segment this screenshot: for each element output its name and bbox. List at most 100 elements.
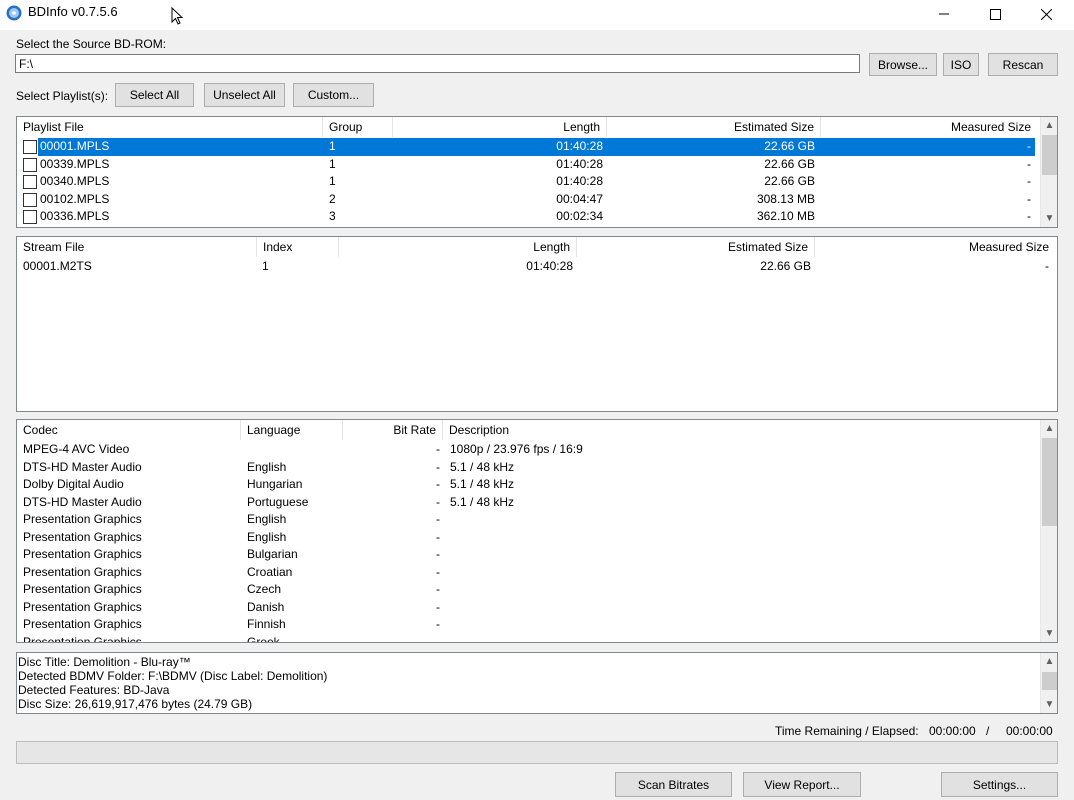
browse-button[interactable]: Browse... [869,53,937,76]
codec-row[interactable]: Presentation Graphics English - [17,511,1037,529]
disc-info-scrollbar[interactable]: ▲ ▼ [1040,653,1057,713]
codec-bit-rate: - [436,512,440,526]
playlist-row[interactable]: 00102.MPLS 2 00:04:47 308.13 MB - [17,191,1037,209]
codec-language: English [247,459,287,474]
codec-name: Presentation Graphics [23,599,142,614]
playlist-row[interactable]: 00340.MPLS 1 01:40:28 22.66 GB - [17,173,1037,191]
scroll-up-icon[interactable]: ▲ [1041,420,1057,437]
codec-row[interactable]: Presentation Graphics Finnish - [17,616,1037,634]
scroll-down-icon[interactable]: ▼ [1041,696,1057,713]
settings-button[interactable]: Settings... [941,772,1058,797]
playlist-row[interactable]: 00001.MPLS 1 01:40:28 22.66 GB - [17,138,1037,156]
codec-bit-rate: - [436,477,440,491]
scroll-up-icon[interactable]: ▲ [1041,653,1057,670]
column-header-index[interactable]: Index [257,237,339,257]
stream-row[interactable]: 00001.M2TS 1 01:40:28 22.66 GB - [17,258,1057,276]
view-report-button[interactable]: View Report... [743,772,861,797]
codec-bit-rate: - [436,494,440,509]
scan-bitrates-button[interactable]: Scan Bitrates [615,772,732,797]
source-label: Select the Source BD-ROM: [16,37,167,51]
scrollbar-thumb[interactable] [1042,672,1057,690]
column-header-length[interactable]: Length [339,237,577,257]
custom-button[interactable]: Custom... [293,83,374,107]
column-header-codec[interactable]: Codec [17,420,241,440]
codec-language: Portuguese [247,494,309,509]
features-line: Detected Features: BD-Java [18,683,170,697]
time-remaining: 00:00:00 [929,724,976,738]
stream-length: 01:40:28 [526,259,573,273]
playlist-group: 1 [329,156,336,171]
column-header-estimated-size[interactable]: Estimated Size [607,117,821,137]
codec-row[interactable]: DTS-HD Master Audio Portuguese -5.1 / 48 k… [17,494,1037,512]
playlist-measured-size: - [1027,139,1031,153]
playlist-scrollbar[interactable]: ▲ ▼ [1040,117,1057,227]
column-header-playlist-file[interactable]: Playlist File [17,117,323,137]
scrollbar-thumb[interactable] [1042,438,1057,526]
minimize-button[interactable] [920,0,968,28]
codec-description: 5.1 / 48 kHz [450,477,515,491]
playlist-checkbox[interactable] [23,192,37,207]
title-bar: BDInfo v0.7.5.6 [0,0,1074,30]
close-icon [1040,8,1052,20]
codec-row[interactable]: DTS-HD Master Audio English -5.1 / 48 kHz [17,459,1037,477]
scroll-up-icon[interactable]: ▲ [1041,117,1057,134]
codec-row[interactable]: MPEG-4 AVC Video -1080p / 23.976 fps / 16… [17,441,1037,459]
scrollbar-thumb[interactable] [1042,135,1057,175]
progress-bar [16,741,1058,764]
time-separator: / [986,724,990,738]
codec-scrollbar[interactable]: ▲ ▼ [1040,420,1057,642]
playlist-checkbox[interactable] [23,140,37,154]
codec-name: Presentation Graphics [23,582,142,596]
playlist-length: 01:40:28 [556,174,603,188]
playlist-length: 01:40:28 [556,156,603,171]
column-header-language[interactable]: Language [241,420,343,440]
column-header-description[interactable]: Description [443,420,1037,440]
playlist-checkbox[interactable] [23,210,37,224]
column-header-measured-size[interactable]: Measured Size [821,117,1037,137]
close-button[interactable] [1022,0,1070,28]
codec-row[interactable]: Presentation Graphics English - [17,529,1037,547]
codec-language: Bulgarian [247,547,298,561]
codec-row[interactable]: Presentation Graphics Danish - [17,599,1037,617]
playlist-measured-size: - [1027,156,1031,171]
codec-name: DTS-HD Master Audio [23,459,142,474]
source-path-input[interactable] [15,54,860,73]
scroll-down-icon[interactable]: ▼ [1041,210,1057,227]
playlist-group: 1 [329,174,336,188]
iso-button[interactable]: ISO [943,53,979,76]
playlist-table: Playlist File Group Length Estimated Siz… [16,116,1058,228]
codec-name: Presentation Graphics [23,529,142,544]
playlist-row[interactable]: 00339.MPLS 1 01:40:28 22.66 GB - [17,156,1037,174]
codec-row[interactable]: Presentation Graphics Croatian - [17,564,1037,582]
playlist-group: 2 [329,191,336,206]
column-header-length[interactable]: Length [393,117,607,137]
playlist-checkbox[interactable] [23,157,37,172]
codec-language: Finnish [247,617,286,631]
codec-row[interactable]: Presentation Graphics Czech - [17,581,1037,599]
codec-name: Presentation Graphics [23,634,142,643]
codec-row[interactable]: Dolby Digital Audio Hungarian -5.1 / 48 kH… [17,476,1037,494]
stream-measured-size: - [1045,259,1049,273]
disc-app-icon [6,5,22,21]
column-header-stream-file[interactable]: Stream File [17,237,257,257]
time-label: Time Remaining / Elapsed: [775,724,919,738]
column-header-group[interactable]: Group [323,117,393,137]
maximize-button[interactable] [971,0,1019,28]
playlist-row[interactable]: 00336.MPLS 3 00:02:34 362.10 MB - [17,208,1037,226]
codec-bit-rate: - [436,564,440,579]
column-header-bit-rate[interactable]: Bit Rate [343,420,443,440]
disc-info-box[interactable]: Disc Title: Demolition - Blu-ray™ Detect… [16,652,1058,714]
playlist-checkbox[interactable] [23,175,37,189]
codec-row[interactable]: Presentation Graphics Bulgarian - [17,546,1037,564]
playlist-length: 00:02:34 [556,209,603,223]
codec-bit-rate: - [436,599,440,614]
column-header-measured-size[interactable]: Measured Size [815,237,1055,257]
rescan-button[interactable]: Rescan [988,53,1058,76]
unselect-all-button[interactable]: Unselect All [204,83,285,107]
codec-description: 1080p / 23.976 fps / 16:9 [450,442,583,456]
codec-language: Czech [247,582,282,596]
column-header-estimated-size[interactable]: Estimated Size [577,237,815,257]
scroll-down-icon[interactable]: ▼ [1041,625,1057,642]
select-all-button[interactable]: Select All [115,83,194,107]
codec-row[interactable]: Presentation Graphics Greek [17,634,1037,643]
